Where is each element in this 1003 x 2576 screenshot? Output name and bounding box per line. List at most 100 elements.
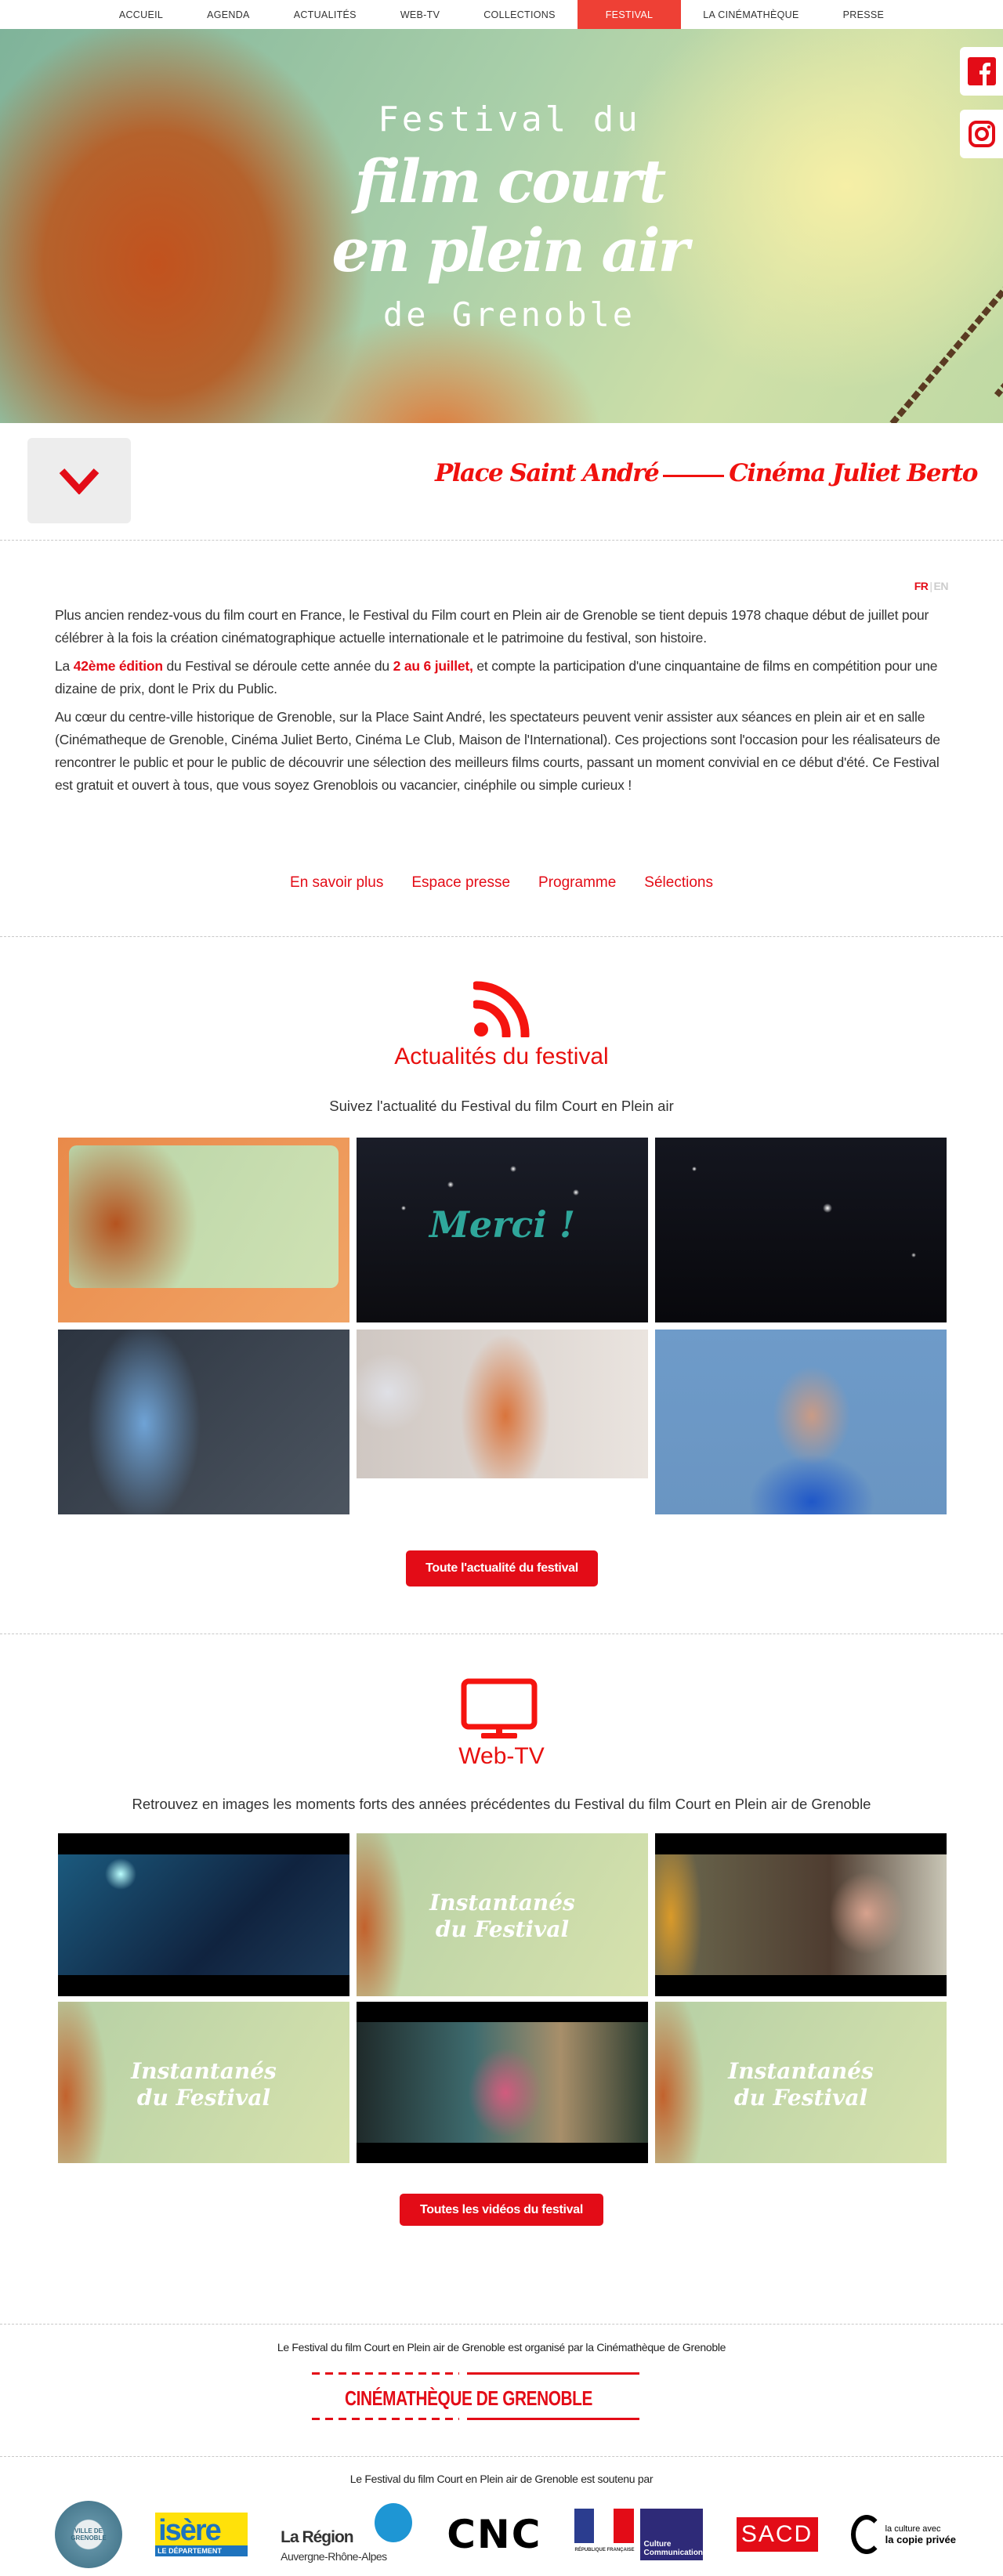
lang-en[interactable]: EN (934, 580, 949, 592)
venue-divider (663, 474, 725, 477)
news-item[interactable] (655, 1138, 947, 1322)
news-item[interactable] (58, 1330, 349, 1514)
instantanes-text: Instantanés du Festival (655, 2058, 947, 2111)
hero-title-line1: Festival du (378, 99, 641, 139)
facebook-button[interactable] (960, 47, 1003, 96)
news-title: Actualités du festival (394, 1044, 609, 1069)
logo-region[interactable]: La Région Auvergne-Rhône-Alpes (281, 2503, 414, 2566)
hero-title-line4: de Grenoble (382, 295, 636, 334)
logo-dashed-line (312, 2418, 459, 2420)
intro-paragraph-3: Au cœur du centre-ville historique de Gr… (55, 709, 940, 793)
text: du Festival (136, 2085, 271, 2111)
venue-cinema: Cinéma Juliet Berto (729, 459, 978, 487)
copie-privee-emblem (850, 2515, 882, 2554)
divider (0, 936, 1003, 937)
instagram-icon (968, 121, 995, 147)
logo-text: CINÉMATHÈQUE DE GRENOBLE (345, 2386, 592, 2410)
festival-poster-thumbnail (69, 1145, 339, 1288)
divider (0, 2456, 1003, 2457)
logo-text: RÉPUBLIQUE FRANÇAISE (574, 2548, 635, 2552)
text: du Festival (435, 1916, 570, 1942)
logo-line (467, 2418, 639, 2420)
scroll-down-button[interactable] (27, 438, 131, 523)
news-subtitle: Suivez l'actualité du Festival du film C… (329, 1098, 674, 1114)
logo-text: isère (158, 2514, 222, 2547)
instagram-button[interactable] (960, 110, 1003, 158)
nav-la-cinematheque[interactable]: LA CINÉMATHÈQUE (681, 0, 820, 29)
tv-icon (461, 1678, 538, 1738)
organised-by-text: Le Festival du film Court en Plein air d… (277, 2341, 726, 2353)
sponsor-logos: VILLE DE GRENOBLE isère LE DÉPARTEMENT L… (55, 2499, 956, 2570)
instantanes-text: Instantanés du Festival (357, 1890, 648, 1943)
webtv-subtitle: Retrouvez en images les moments forts de… (132, 1796, 871, 1812)
nav-festival[interactable]: FESTIVAL (577, 0, 682, 29)
text: du Festival se déroule cette année du (162, 658, 393, 674)
instantanes-text: Instantanés du Festival (58, 2058, 349, 2111)
text: Instantanés (131, 2058, 277, 2084)
merci-text: Merci ! (429, 1203, 576, 1246)
logo-dashed-line (312, 2372, 459, 2375)
nav-web-tv[interactable]: WEB-TV (378, 0, 462, 29)
logo-copie-privee[interactable]: la culture avec la copie privée (850, 2515, 956, 2554)
video-item[interactable]: Instantanés du Festival (655, 2002, 947, 2163)
video-item[interactable] (357, 2002, 648, 2163)
logo-text: Auvergne-Rhône-Alpes (281, 2550, 387, 2563)
logo-sacd[interactable]: SACD (736, 2517, 818, 2552)
news-item[interactable] (357, 1330, 648, 1478)
link-programme[interactable]: Programme (538, 874, 616, 892)
logo-text: La Région (281, 2528, 354, 2546)
hero-banner: Festival du film court en plein air de G… (0, 29, 1003, 423)
hero-title-line3: en plein air (331, 215, 689, 285)
logo-text: VILLE DE GRENOBLE (71, 2527, 107, 2542)
hero-title-line2: film court (354, 147, 667, 216)
venue-place: Place Saint André (434, 459, 660, 487)
link-en-savoir-plus[interactable]: En savoir plus (290, 874, 383, 892)
festival-intro: Plus ancien rendez-vous du film court en… (55, 604, 952, 802)
link-selections[interactable]: Sélections (644, 874, 713, 892)
video-frame (58, 1854, 349, 1975)
rss-icon (473, 981, 530, 1037)
logo-cnc[interactable]: CNC (447, 2512, 541, 2557)
dates-highlight: 2 au 6 juillet, (393, 658, 473, 674)
logo-ministere-culture[interactable]: RÉPUBLIQUE FRANÇAISE Culture Communicati… (574, 2509, 704, 2560)
lang-separator: | (929, 580, 932, 592)
text: Instantanés (429, 1890, 575, 1916)
supported-by-text: Le Festival du film Court en Plein air d… (349, 2473, 654, 2485)
divider (0, 2324, 1003, 2325)
logo-ville-de-grenoble[interactable]: VILLE DE GRENOBLE (55, 2501, 122, 2568)
nav-accueil[interactable]: ACCUEIL (97, 0, 185, 29)
cinematheque-logo[interactable]: CINÉMATHÈQUE DE GRENOBLE (312, 2372, 639, 2424)
video-frame (357, 2022, 648, 2143)
all-videos-button[interactable]: Toutes les vidéos du festival (400, 2194, 603, 2226)
intro-paragraph-2: La 42ème édition du Festival se déroule … (55, 655, 952, 700)
festival-links: En savoir plus Espace presse Programme S… (0, 874, 1003, 892)
news-item[interactable]: Merci ! (357, 1138, 648, 1322)
nav-collections[interactable]: COLLECTIONS (462, 0, 578, 29)
language-switcher: FR | EN (914, 580, 949, 592)
text: du Festival (733, 2085, 868, 2111)
logo-line (467, 2372, 639, 2375)
main-nav: ACCUEIL AGENDA ACTUALITÉS WEB-TV COLLECT… (0, 0, 1003, 29)
news-item[interactable] (58, 1138, 349, 1322)
logo-isere[interactable]: isère LE DÉPARTEMENT (155, 2513, 248, 2556)
logo-text: la copie privée (885, 2534, 956, 2545)
edition-highlight: 42ème édition (73, 658, 163, 674)
facebook-icon (967, 57, 996, 85)
video-item[interactable] (58, 1833, 349, 1996)
all-news-button[interactable]: Toute l'actualité du festival (406, 1550, 598, 1586)
chevron-down-icon (59, 468, 100, 494)
divider (0, 540, 1003, 541)
video-item[interactable]: Instantanés du Festival (357, 1833, 648, 1996)
news-item[interactable] (655, 1330, 947, 1514)
link-espace-presse[interactable]: Espace presse (411, 874, 510, 892)
lang-fr[interactable]: FR (914, 580, 929, 592)
intro-paragraph-1: Plus ancien rendez-vous du film court en… (55, 607, 929, 646)
logo-text: LE DÉPARTEMENT (155, 2545, 248, 2556)
venue-banner: Place Saint André Cinéma Juliet Berto (434, 459, 979, 487)
video-item[interactable]: Instantanés du Festival (58, 2002, 349, 2163)
nav-agenda[interactable]: AGENDA (185, 0, 272, 29)
nav-actualites[interactable]: ACTUALITÉS (272, 0, 378, 29)
video-item[interactable] (655, 1833, 947, 1996)
text: Instantanés (728, 2058, 874, 2084)
nav-presse[interactable]: PRESSE (821, 0, 907, 29)
